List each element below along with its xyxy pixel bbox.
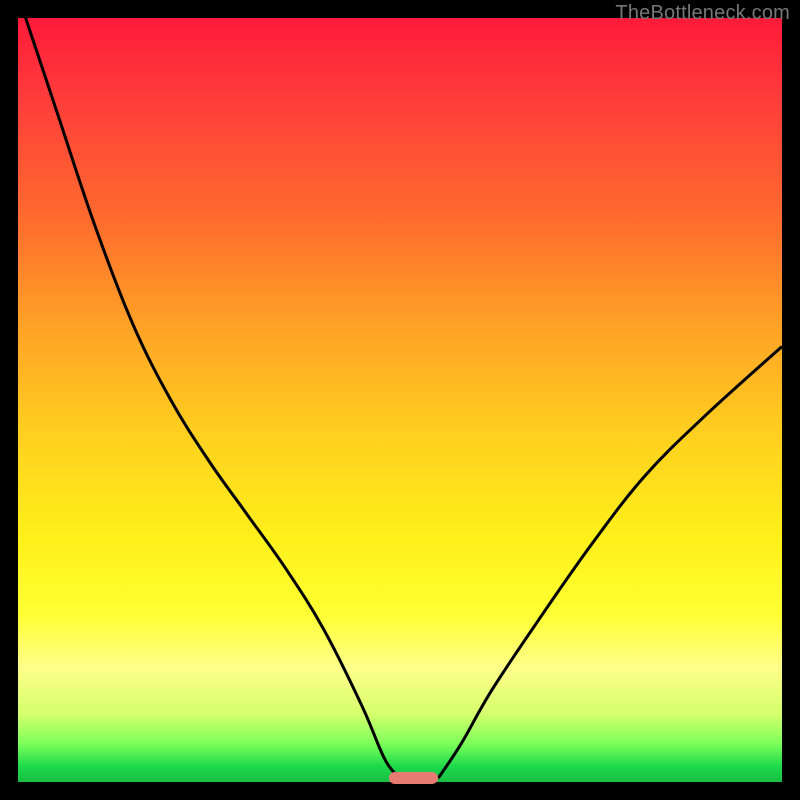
curve-svg <box>18 18 782 782</box>
left-curve <box>18 18 400 778</box>
valley-marker <box>389 772 439 784</box>
right-curve <box>438 347 782 779</box>
chart-plot-area <box>18 18 782 782</box>
watermark-text: TheBottleneck.com <box>615 2 790 25</box>
